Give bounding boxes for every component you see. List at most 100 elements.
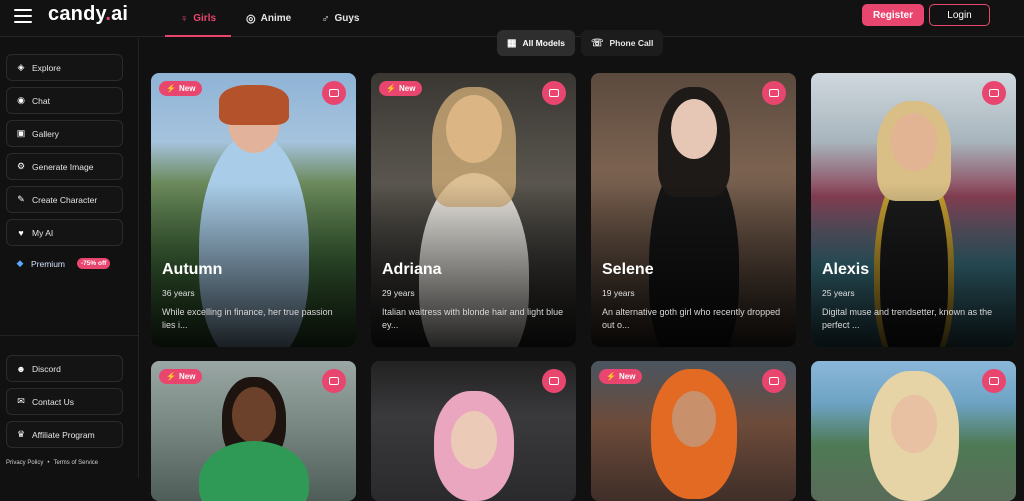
sidebar-item-label: Generate Image (32, 161, 94, 172)
tab-label: Anime (260, 13, 292, 24)
model-card[interactable] (371, 361, 576, 501)
model-age: 36 years (162, 288, 195, 298)
model-name: Autumn (162, 261, 223, 278)
model-description: An alternative goth girl who recently dr… (602, 307, 781, 330)
magic-wand-icon: ✎ (17, 194, 25, 204)
sidebar-item-label: Explore (32, 62, 61, 73)
compass-icon: ◈ (17, 62, 25, 72)
model-card[interactable]: ⚡ New Autumn 36 years While excelling in … (151, 73, 356, 347)
logo-suffix: ai (111, 3, 129, 25)
filter-label: Phone Call (609, 38, 654, 48)
logo[interactable]: candy.ai (48, 3, 128, 26)
anime-icon: ◎ (246, 13, 256, 25)
lightning-icon: ⚡ (606, 372, 616, 381)
sidebar-item-premium[interactable]: ◆ Premium -75% off (6, 250, 123, 277)
chat-button[interactable] (322, 369, 346, 393)
lightning-icon: ⚡ (166, 372, 176, 381)
chat-icon (329, 89, 339, 97)
model-card[interactable] (811, 361, 1016, 501)
sidebar-item-affiliate-program[interactable]: ♛ Affiliate Program (6, 421, 123, 448)
sidebar-item-create-character[interactable]: ✎ Create Character (6, 186, 123, 213)
hamburger-menu-icon[interactable] (14, 9, 32, 23)
chat-icon (549, 89, 559, 97)
model-description: Italian waitress with blonde hair and li… (382, 307, 564, 330)
sidebar-item-chat[interactable]: ◉ Chat (6, 87, 123, 114)
chat-button[interactable] (542, 369, 566, 393)
filter-label: All Models (522, 38, 565, 48)
logo-text: candy (48, 3, 106, 25)
model-card[interactable]: Alexis 25 years Digital muse and trendse… (811, 73, 1016, 347)
sidebar-item-gallery[interactable]: ▣ Gallery (6, 120, 123, 147)
male-icon: ♂ (321, 12, 330, 25)
chat-button[interactable] (762, 81, 786, 105)
sidebar-item-label: Premium (31, 258, 66, 269)
sidebar-item-label: Affiliate Program (32, 429, 95, 440)
sidebar-item-label: My AI (32, 227, 54, 238)
login-button[interactable]: Login (929, 4, 990, 26)
sidebar-item-discord[interactable]: ☻ Discord (6, 355, 123, 382)
filter-phone-call[interactable]: ☏ Phone Call (580, 30, 664, 56)
model-description: Digital muse and trendsetter, known as t… (822, 307, 993, 330)
chat-button[interactable] (322, 81, 346, 105)
gallery-icon: ▣ (16, 128, 26, 138)
diamond-icon: ◆ (16, 258, 24, 268)
chat-button[interactable] (542, 81, 566, 105)
terms-of-service-link[interactable]: Terms of Service (53, 460, 98, 466)
tab-label: Guys (334, 13, 360, 24)
model-name: Selene (602, 261, 654, 278)
my-ai-icon: ♥ (18, 227, 24, 238)
sidebar-item-generate-image[interactable]: ⚙ Generate Image (6, 153, 123, 180)
model-card[interactable]: ⚡ New Adriana 29 years Italian waitress w… (371, 73, 576, 347)
register-button[interactable]: Register (862, 4, 924, 26)
sidebar-divider (0, 335, 139, 336)
model-card[interactable]: Selene 19 years An alternative goth girl… (591, 73, 796, 347)
chat-button[interactable] (982, 81, 1006, 105)
sidebar-item-label: Gallery (32, 128, 59, 139)
sidebar-item-label: Contact Us (32, 396, 75, 407)
category-tabs: ♀ Girls ◎ Anime ♂ Guys (165, 0, 374, 37)
sidebar-item-my-ai[interactable]: ♥ My AI (6, 219, 123, 246)
generate-image-icon: ⚙ (16, 161, 26, 171)
chat-icon (769, 89, 779, 97)
new-badge: ⚡ New (379, 81, 423, 96)
model-card[interactable]: ⚡ New (151, 361, 356, 501)
sidebar-item-explore[interactable]: ◈ Explore (6, 54, 123, 81)
chat-button[interactable] (762, 369, 786, 393)
chat-button[interactable] (982, 369, 1006, 393)
discord-icon: ☻ (16, 363, 26, 374)
sidebar-item-label: Chat (32, 95, 50, 106)
tab-anime[interactable]: ◎ Anime (231, 0, 306, 37)
female-icon: ♀ (180, 12, 189, 25)
tab-label: Girls (193, 13, 217, 24)
sidebar: ◈ Explore ◉ Chat ▣ Gallery ⚙ Generate Im… (0, 38, 139, 478)
chat-icon (989, 377, 999, 385)
chat-icon (549, 377, 559, 385)
contact-icon: ✉ (17, 396, 25, 406)
sidebar-item-label: Discord (32, 363, 61, 374)
model-age: 25 years (822, 288, 855, 298)
chat-icon: ◉ (17, 95, 25, 105)
footer-separator: • (47, 460, 50, 466)
discount-badge: -75% off (77, 258, 111, 269)
tab-guys[interactable]: ♂ Guys (306, 0, 374, 37)
model-name: Alexis (822, 261, 870, 278)
filter-all-models[interactable]: ▦ All Models (497, 30, 575, 56)
tab-girls[interactable]: ♀ Girls (165, 0, 232, 37)
sidebar-item-contact-us[interactable]: ✉ Contact Us (6, 388, 123, 415)
trophy-icon: ♛ (16, 429, 26, 439)
new-badge: ⚡ New (159, 81, 203, 96)
model-name: Adriana (382, 261, 442, 278)
model-age: 19 years (602, 288, 635, 298)
chat-icon (329, 377, 339, 385)
lightning-icon: ⚡ (386, 84, 396, 93)
sidebar-footer: Privacy Policy • Terms of Service (6, 460, 98, 466)
new-badge: ⚡ New (159, 369, 203, 384)
model-description: While excelling in finance, her true pas… (162, 307, 333, 330)
lightning-icon: ⚡ (166, 84, 176, 93)
chat-icon (989, 89, 999, 97)
model-card[interactable]: ⚡ New (591, 361, 796, 501)
model-filters: ▦ All Models ☏ Phone Call (497, 30, 664, 56)
phone-icon: ☏ (590, 37, 604, 49)
chat-icon (769, 377, 779, 385)
privacy-policy-link[interactable]: Privacy Policy (6, 460, 43, 466)
